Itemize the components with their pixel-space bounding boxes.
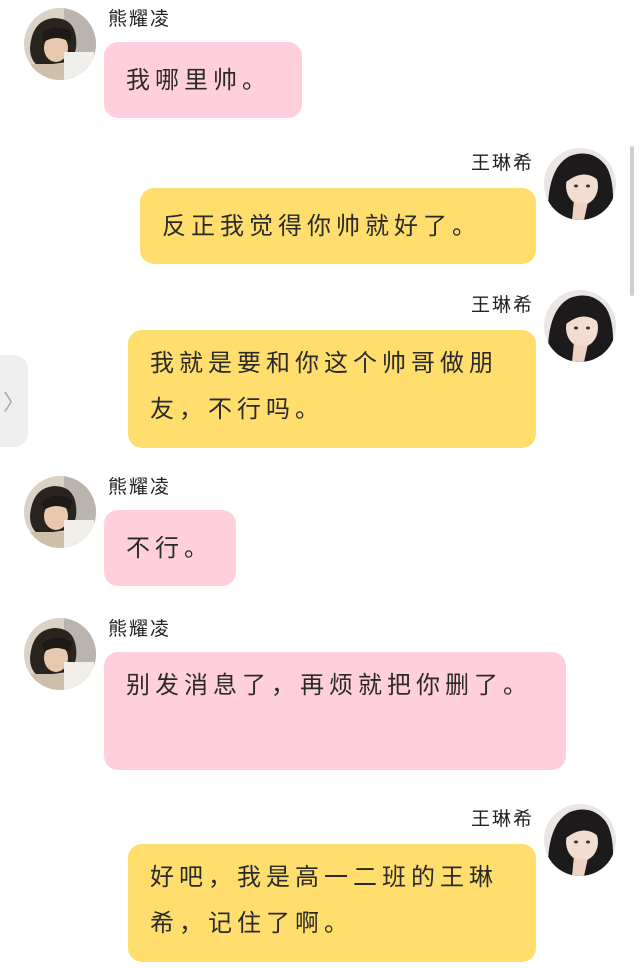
message-bubble[interactable]: 好吧，我是高一二班的王琳希，记住了啊。 bbox=[128, 844, 536, 962]
girl-avatar-icon bbox=[544, 804, 616, 876]
girl-avatar-icon bbox=[544, 290, 616, 362]
side-expand-tab[interactable]: 〉 bbox=[0, 355, 28, 447]
boy-avatar-icon bbox=[24, 8, 96, 80]
message-bubble[interactable]: 我就是要和你这个帅哥做朋友，不行吗。 bbox=[128, 330, 536, 448]
message-bubble[interactable]: 不行。 bbox=[104, 510, 236, 586]
avatar-me[interactable] bbox=[544, 290, 616, 362]
sender-name: 王琳希 bbox=[470, 152, 534, 174]
chevron-right-icon: 〉 bbox=[2, 391, 25, 416]
message-bubble[interactable]: 我哪里帅。 bbox=[104, 42, 302, 118]
girl-avatar-icon bbox=[544, 148, 616, 220]
sender-name: 熊耀凌 bbox=[108, 476, 172, 498]
sender-name: 熊耀凌 bbox=[108, 8, 172, 30]
scrollbar[interactable] bbox=[630, 146, 634, 296]
avatar-other[interactable] bbox=[24, 8, 96, 80]
boy-avatar-icon bbox=[24, 618, 96, 690]
sender-name: 王琳希 bbox=[470, 294, 534, 316]
sender-name: 熊耀凌 bbox=[108, 618, 172, 640]
boy-avatar-icon bbox=[24, 476, 96, 548]
avatar-me[interactable] bbox=[544, 804, 616, 876]
message-bubble[interactable]: 反正我觉得你帅就好了。 bbox=[140, 188, 536, 264]
sender-name: 王琳希 bbox=[470, 808, 534, 830]
avatar-me[interactable] bbox=[544, 148, 616, 220]
avatar-other[interactable] bbox=[24, 618, 96, 690]
message-bubble[interactable]: 别发消息了，再烦就把你删了。 bbox=[104, 652, 566, 770]
avatar-other[interactable] bbox=[24, 476, 96, 548]
chat-view: 熊耀凌 我哪里帅。 王琳希 反正我觉得你帅就好了。 王琳希 我就是要和你这个帅哥… bbox=[0, 0, 640, 968]
